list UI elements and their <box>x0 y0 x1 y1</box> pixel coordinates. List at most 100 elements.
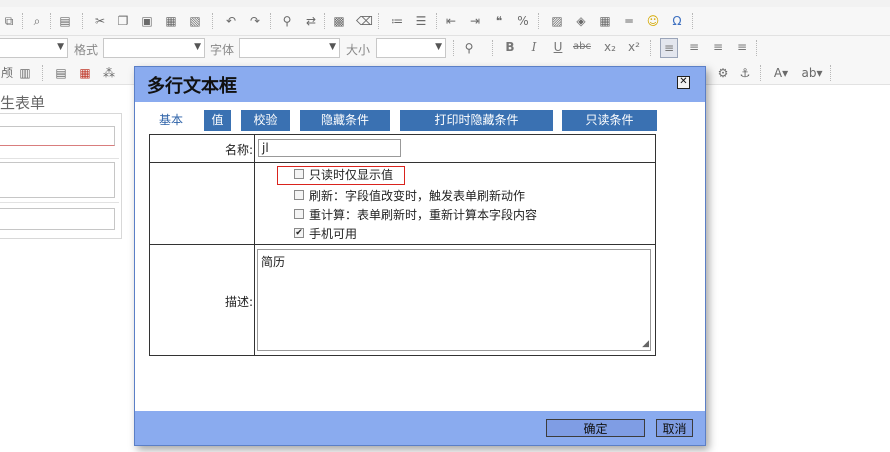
description-text: 简历 <box>261 255 286 269</box>
subscript-icon[interactable]: x₂ <box>602 38 618 56</box>
table-grid-icon[interactable]: ▤ <box>54 66 68 80</box>
tab-readonly-condition[interactable]: 只读条件 <box>562 110 657 131</box>
form-field-icon[interactable]: 颅 <box>0 66 14 80</box>
form-text-input[interactable] <box>0 208 115 230</box>
redo-icon[interactable]: ↷ <box>248 14 262 28</box>
smiley-icon[interactable]: ☺ <box>646 14 660 28</box>
dialog-title: 多行文本框 <box>147 76 237 97</box>
flash-icon[interactable]: ◈ <box>574 14 588 28</box>
underline-icon[interactable]: U <box>550 38 566 56</box>
align-right-icon[interactable]: ≡ <box>710 38 726 56</box>
toolbar-separator <box>324 13 325 29</box>
template-icon[interactable]: ▤ <box>58 14 72 28</box>
toolbar-separator <box>22 13 23 29</box>
blockquote-icon[interactable]: ❝ <box>492 14 506 28</box>
form-table-row <box>0 114 119 159</box>
special-char-icon[interactable]: Ω <box>670 14 684 28</box>
column-divider <box>254 135 255 162</box>
toolbar-separator <box>692 13 693 29</box>
name-label: 名称: <box>224 143 253 157</box>
toolbar-separator <box>650 40 651 56</box>
background-color-icon[interactable]: ab▾ <box>800 66 824 80</box>
undo-icon[interactable]: ↶ <box>224 14 238 28</box>
horizontal-rule-icon[interactable]: ═ <box>622 14 636 28</box>
tab-value[interactable]: 值 <box>204 110 231 131</box>
size-select[interactable]: ▼ <box>376 38 446 58</box>
name-input[interactable]: jl <box>258 139 401 157</box>
italic-icon[interactable]: I <box>526 38 542 56</box>
readonly-display-checkbox[interactable] <box>294 169 304 179</box>
toolbar-separator <box>830 65 831 81</box>
format-select[interactable]: ▼ <box>103 38 205 58</box>
size-label: 大小 <box>346 43 371 57</box>
form-table-row <box>0 159 119 203</box>
resize-handle-icon[interactable]: ◢ <box>642 339 649 349</box>
readonly-display-label: 只读时仅显示值 <box>309 168 394 182</box>
refresh-label: 刷新：字段值改变时，触发表单刷新动作 <box>309 189 526 203</box>
recalculate-checkbox[interactable] <box>294 209 304 219</box>
copy-icon[interactable]: ⧉ <box>2 14 16 28</box>
tab-print-hide-condition[interactable]: 打印时隐藏条件 <box>400 110 553 131</box>
eraser-icon[interactable]: ⌫ <box>356 14 373 28</box>
toolbar-separator <box>492 40 493 56</box>
select-all-icon[interactable]: ▩ <box>332 14 346 28</box>
ok-button[interactable]: 确定 <box>546 419 645 437</box>
form-table <box>0 113 122 239</box>
date-icon[interactable]: ▦ <box>78 66 92 80</box>
align-justify-icon[interactable]: ≡ <box>734 38 750 56</box>
form-textarea[interactable] <box>0 162 115 198</box>
find-icon[interactable]: ⚲ <box>280 14 294 28</box>
numbered-list-icon[interactable]: ≔ <box>390 14 404 28</box>
name-row: 名称: jl <box>150 135 655 163</box>
paste-icon[interactable]: ▣ <box>140 14 154 28</box>
replace-icon[interactable]: ⇄ <box>304 14 318 28</box>
dialog-header: 多行文本框 ✕ <box>135 67 705 102</box>
form-text-input[interactable] <box>0 126 115 146</box>
toolbar-separator <box>538 13 539 29</box>
recalculate-label: 重计算：表单刷新时，重新计算本字段内容 <box>309 208 538 222</box>
tab-hide-condition[interactable]: 隐藏条件 <box>300 110 390 131</box>
cut-icon[interactable]: ✂ <box>93 14 107 28</box>
toolbar-separator <box>82 13 83 29</box>
toolbar-separator <box>760 65 761 81</box>
superscript-icon[interactable]: x² <box>626 38 642 56</box>
paste-word-icon[interactable]: ▧ <box>188 14 202 28</box>
font-label: 字体 <box>210 43 235 57</box>
style-select[interactable]: ▼ <box>0 38 68 58</box>
outdent-icon[interactable]: ⇤ <box>444 14 458 28</box>
merge-icon[interactable]: ⁂ <box>102 66 116 80</box>
div-container-icon[interactable]: % <box>516 14 530 28</box>
editor-toolbar-row2: ▼ 格式 ▼ 字体 ▼ 大小 ▼ ⚲ B I U abc x₂ x² ≡ ≡ ≡… <box>0 36 890 63</box>
table-icon[interactable]: ▦ <box>598 14 612 28</box>
maximize-icon[interactable]: ⚲ <box>462 41 476 55</box>
text-color-icon[interactable]: A▾ <box>770 66 792 80</box>
strikethrough-icon[interactable]: abc <box>572 38 592 56</box>
toolbar-separator <box>50 13 51 29</box>
bulleted-list-icon[interactable]: ☰ <box>414 14 428 28</box>
top-menu-strip <box>0 0 890 7</box>
align-left-icon[interactable]: ≡ <box>660 38 678 58</box>
image-icon[interactable]: ▨ <box>550 14 564 28</box>
textarea-properties-dialog: 多行文本框 ✕ 基本 值 校验 隐藏条件 打印时隐藏条件 只读条件 名称: jl… <box>134 66 706 446</box>
close-icon[interactable]: ✕ <box>677 76 690 89</box>
tab-basic[interactable]: 基本 <box>149 110 193 131</box>
preview-icon[interactable]: ⌕ <box>30 14 44 28</box>
refresh-checkbox[interactable] <box>294 190 304 200</box>
tab-validation[interactable]: 校验 <box>241 110 290 131</box>
description-textarea[interactable]: 简历 ◢ <box>257 249 651 351</box>
column-divider <box>254 163 255 244</box>
textfield-icon[interactable]: ▥ <box>18 66 32 80</box>
copy-doc-icon[interactable]: ❐ <box>116 14 130 28</box>
description-label: 描述: <box>224 295 253 309</box>
paste-text-icon[interactable]: ▦ <box>164 14 178 28</box>
cancel-button[interactable]: 取消 <box>656 419 693 437</box>
font-select[interactable]: ▼ <box>239 38 340 58</box>
indent-icon[interactable]: ⇥ <box>468 14 482 28</box>
format-label: 格式 <box>74 43 99 57</box>
ruler-icon[interactable]: ⚙ <box>716 66 730 80</box>
bold-icon[interactable]: B <box>502 38 518 56</box>
align-center-icon[interactable]: ≡ <box>686 38 702 56</box>
anchor-icon[interactable]: ⚓ <box>738 66 752 80</box>
mobile-label: 手机可用 <box>309 227 358 241</box>
mobile-checkbox[interactable]: ✔ <box>294 228 304 238</box>
